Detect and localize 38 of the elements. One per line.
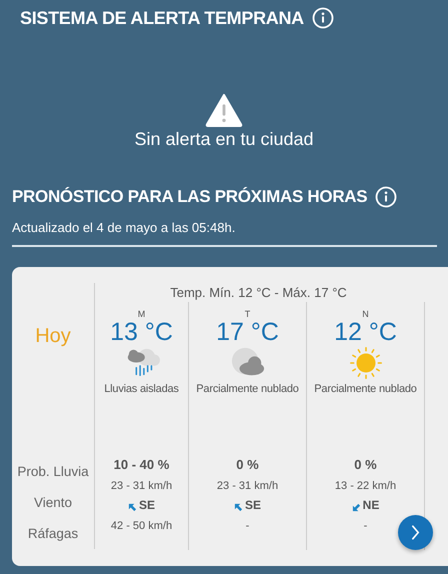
warning-icon xyxy=(204,93,244,127)
section-title: SISTEMA DE ALERTA TEMPRANA xyxy=(20,8,304,28)
period-label: T xyxy=(244,309,250,319)
wind-speed: 23 - 31 km/h xyxy=(110,480,172,492)
gusts-value: - xyxy=(246,520,250,532)
temperature: 13 °C xyxy=(110,319,173,345)
gusts-value: - xyxy=(364,520,368,532)
section-title: PRONÓSTICO PARA LAS PRÓXIMAS HORAS xyxy=(12,187,368,207)
temp-range: Temp. Mín. 12 °C - Máx. 17 °C xyxy=(169,285,348,300)
info-icon[interactable] xyxy=(375,186,398,208)
alert-message: Sin alerta en tu ciudad xyxy=(134,129,314,150)
temperature: 17 °C xyxy=(216,319,279,345)
rain-probability: 10 - 40 % xyxy=(114,457,170,472)
wind-arrow-icon xyxy=(128,503,137,512)
updated-text: Actualizado el 4 de mayo a las 05:48h. xyxy=(11,220,236,235)
wind-arrow-icon xyxy=(234,503,243,512)
wind-speed: 23 - 31 km/h xyxy=(216,480,278,492)
next-button[interactable] xyxy=(398,515,433,550)
temperature: 12 °C xyxy=(334,319,397,345)
wind-arrow-icon xyxy=(352,503,361,512)
row-label: Ráfagas xyxy=(28,526,78,541)
gusts-value: 42 - 50 km/h xyxy=(110,520,172,532)
wind-direction: SE xyxy=(244,498,261,512)
weather-description: Parcialmente nublado xyxy=(314,383,417,395)
weather-description: Parcialmente nublado xyxy=(196,383,299,395)
chevron-right-icon xyxy=(411,525,420,540)
period-label: M xyxy=(138,309,146,319)
wind-direction: SE xyxy=(138,498,155,512)
rain-probability: 0 % xyxy=(354,457,377,472)
day-label: Hoy xyxy=(35,325,71,348)
info-icon[interactable] xyxy=(312,7,334,29)
wind-speed: 13 - 22 km/h xyxy=(334,480,396,492)
rain-probability: 0 % xyxy=(236,457,259,472)
row-label: Prob. Lluvia xyxy=(17,464,89,479)
row-label: Viento xyxy=(34,495,72,510)
wind-direction: NE xyxy=(362,498,380,512)
period-label: N xyxy=(362,309,369,319)
weather-description: Lluvias aisladas xyxy=(104,383,179,395)
